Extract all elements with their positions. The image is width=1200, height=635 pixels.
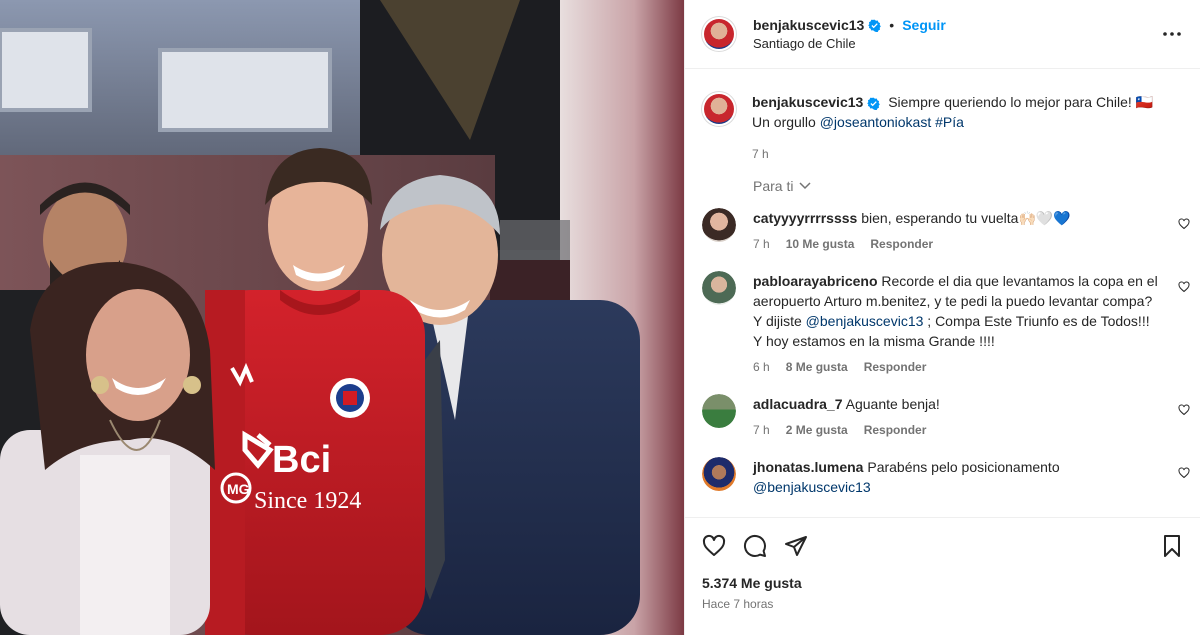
likes-count[interactable]: 5.374 Me gusta: [685, 558, 1200, 591]
comment-sort-label: Para ti: [753, 178, 794, 194]
comment-likes[interactable]: 8 Me gusta: [786, 357, 848, 377]
header-separator: •: [889, 17, 895, 33]
verified-badge-icon: [868, 19, 882, 32]
comment-likes[interactable]: 10 Me gusta: [786, 234, 855, 254]
comment-bubble-icon[interactable]: [743, 534, 767, 558]
caption-hashtag[interactable]: #Pía: [935, 114, 964, 130]
author-username[interactable]: benjakuscevic13: [753, 17, 864, 33]
like-comment-heart-icon[interactable]: [1178, 404, 1190, 416]
comment-mention[interactable]: @benjakuscevic13: [806, 313, 924, 329]
comment-text: Aguante benja!: [845, 396, 940, 412]
caption-username[interactable]: benjakuscevic13: [752, 94, 863, 110]
post-side-panel: benjakuscevic13 • Seguir Santiago de Chi…: [684, 0, 1200, 635]
comment-text: bien, esperando tu vuelta🙌🏻🤍💙: [861, 210, 1071, 226]
commenter-avatar[interactable]: [702, 457, 736, 491]
comment-text: Parabéns pelo posicionamento: [867, 459, 1060, 475]
commenter-username[interactable]: pabloarayabriceno: [753, 273, 878, 289]
like-comment-heart-icon[interactable]: [1178, 218, 1190, 230]
caption-avatar[interactable]: [702, 92, 736, 126]
commenter-username[interactable]: adlacuadra_7: [753, 396, 843, 412]
commenter-avatar[interactable]: [702, 271, 736, 305]
comment-likes[interactable]: 2 Me gusta: [786, 420, 848, 440]
post-caption: benjakuscevic13 Siempre queriendo lo mej…: [685, 70, 1200, 164]
commenter-avatar[interactable]: [702, 208, 736, 242]
comment-time[interactable]: 7 h: [753, 234, 770, 254]
post-actions: 5.374 Me gusta Hace 7 horas: [685, 517, 1200, 635]
like-heart-icon[interactable]: [702, 534, 726, 558]
comment-time[interactable]: 6 h: [753, 357, 770, 377]
since-text: Since 1924: [254, 488, 361, 514]
post-header: benjakuscevic13 • Seguir Santiago de Chi…: [685, 0, 1200, 69]
verified-badge-icon: [867, 97, 881, 110]
comment-item: jhonatas.lumena Parabéns pelo posicionam…: [685, 457, 1200, 497]
badge-text: MG: [227, 481, 250, 497]
caption-text: Siempre queriendo lo mejor para Chile! 🇨…: [888, 94, 1154, 110]
save-bookmark-icon[interactable]: [1160, 534, 1184, 558]
photo-illustration: Bci MG Since 1924: [0, 0, 684, 635]
instagram-post-view: Bci MG Since 1924 benjakuscevic13 • Segu…: [0, 0, 1200, 635]
like-comment-heart-icon[interactable]: [1178, 467, 1190, 479]
sponsor-logo: Bci: [272, 439, 331, 481]
comment-item: pabloarayabriceno Recorde el dia que lev…: [685, 271, 1200, 377]
reply-button[interactable]: Responder: [870, 234, 933, 254]
more-options-icon[interactable]: [1160, 22, 1184, 46]
commenter-username[interactable]: catyyyyrrrrssss: [753, 210, 857, 226]
caption-text-2: Un orgullo: [752, 114, 816, 130]
like-comment-heart-icon[interactable]: [1178, 281, 1190, 293]
comment-item: adlacuadra_7 Aguante benja! 7 h 2 Me gus…: [685, 394, 1200, 440]
author-avatar[interactable]: [702, 17, 736, 51]
post-location[interactable]: Santiago de Chile: [753, 36, 1160, 51]
caption-mention[interactable]: @joseantoniokast: [820, 114, 932, 130]
post-timestamp[interactable]: Hace 7 horas: [685, 591, 1200, 611]
follow-button[interactable]: Seguir: [902, 17, 946, 33]
comment-item: catyyyyrrrrssss bien, esperando tu vuelt…: [685, 208, 1200, 254]
chevron-down-icon: [799, 182, 811, 190]
reply-button[interactable]: Responder: [864, 357, 927, 377]
comment-time[interactable]: 7 h: [753, 420, 770, 440]
comment-sort-dropdown[interactable]: Para ti: [685, 164, 1200, 194]
comments-list[interactable]: benjakuscevic13 Siempre queriendo lo mej…: [685, 70, 1200, 517]
reply-button[interactable]: Responder: [864, 420, 927, 440]
share-paper-plane-icon[interactable]: [784, 534, 808, 558]
commenter-username[interactable]: jhonatas.lumena: [753, 459, 863, 475]
comment-mention[interactable]: @benjakuscevic13: [753, 479, 871, 495]
post-photo[interactable]: Bci MG Since 1924: [0, 0, 684, 635]
caption-time[interactable]: 7 h: [752, 144, 769, 164]
commenter-avatar[interactable]: [702, 394, 736, 428]
